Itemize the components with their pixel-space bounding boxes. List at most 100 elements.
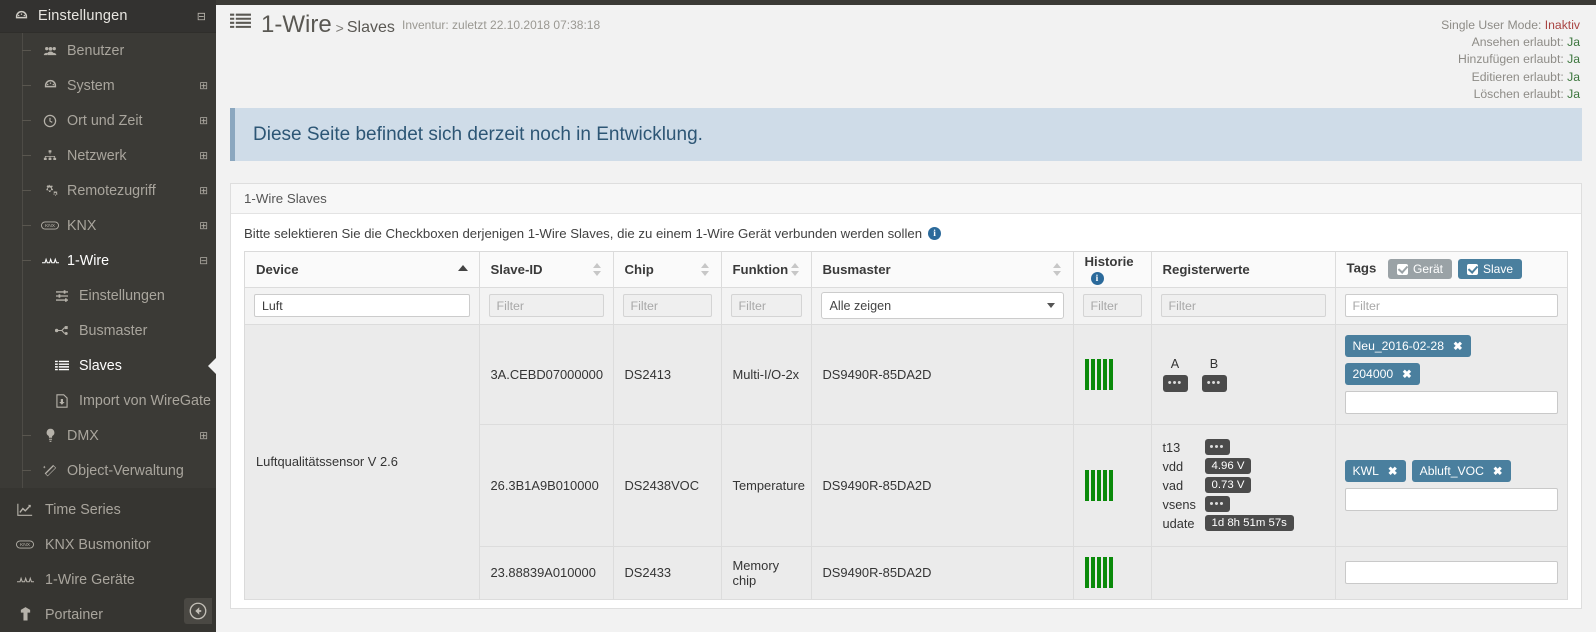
history-bars-icon (1084, 469, 1140, 501)
expand-plus-icon[interactable]: ⊞ (199, 185, 208, 197)
sort-toggle-icon[interactable] (700, 263, 710, 276)
sidebar-item-remotezugriff[interactable]: Remotezugriff ⊞ (0, 173, 216, 208)
tag-chip[interactable]: 204000 ✖ (1344, 362, 1420, 385)
cell-historie[interactable] (1073, 546, 1152, 600)
cell-historie[interactable] (1073, 424, 1152, 547)
register-value-button[interactable]: ••• (1204, 439, 1230, 455)
sidebar-item-ort-und-zeit[interactable]: Ort und Zeit ⊞ (0, 103, 216, 138)
sidebar-item-einstellungen[interactable]: Einstellungen (0, 278, 216, 313)
tag-add-input[interactable] (1344, 487, 1558, 511)
sidebar-item-netzwerk[interactable]: Netzwerk ⊞ (0, 138, 216, 173)
sidebar-item-1-wire[interactable]: 1-Wire ⊟ (0, 243, 216, 278)
sidebar-item-import-von-wiregate[interactable]: Import von WireGate (0, 383, 216, 418)
register-key: vad (1162, 477, 1184, 493)
register-value-button[interactable]: 0.73 V (1204, 477, 1252, 493)
permission-label: Editieren erlaubt: (1471, 69, 1564, 84)
register-value-button[interactable]: 4.96 V (1204, 458, 1252, 474)
filter-input-chip[interactable] (622, 294, 712, 317)
remove-tag-icon[interactable]: ✖ (1402, 367, 1412, 381)
register-value-button[interactable]: 1d 8h 51m 57s (1204, 515, 1294, 531)
column-label: Registerwerte (1162, 261, 1250, 277)
sidebar: Einstellungen ⊟ Benutzer System ⊞ Ort un… (0, 0, 216, 632)
remove-tag-icon[interactable]: ✖ (1493, 464, 1503, 478)
expand-plus-icon[interactable]: ⊞ (199, 430, 208, 442)
column-header-busmaster[interactable]: Busmaster (811, 252, 1074, 288)
expand-plus-icon[interactable]: ⊞ (199, 80, 208, 92)
collapse-minus-icon[interactable]: ⊟ (199, 255, 208, 267)
sort-toggle-icon[interactable] (1052, 263, 1062, 276)
sort-toggle-icon[interactable] (790, 263, 800, 276)
column-header-funktion[interactable]: Funktion (721, 252, 812, 288)
filter-input-slave-id[interactable] (488, 294, 604, 317)
register-value-button[interactable]: ••• (1201, 374, 1227, 392)
device-name: Luftqualitätssensor V 2.6 (256, 454, 398, 469)
onewire-icon (14, 575, 36, 585)
sidebar-collapse-button[interactable] (184, 598, 212, 624)
sidebar-item-dmx[interactable]: DMX ⊞ (0, 418, 216, 453)
sidebar-item-label: DMX (67, 427, 99, 444)
sidebar-item-system[interactable]: System ⊞ (0, 68, 216, 103)
table-filter-row: Alle zeigen (245, 287, 1567, 325)
permission-label: Löschen erlaubt: (1473, 86, 1564, 101)
permission-value: Ja (1567, 35, 1580, 50)
tag-add-input[interactable] (1344, 561, 1558, 584)
permission-row: Löschen erlaubt: Ja (1441, 86, 1580, 103)
permission-row: Hinzufügen erlaubt: Ja (1441, 51, 1580, 68)
column-label: Slave-ID (490, 261, 543, 277)
sort-asc-icon[interactable] (457, 265, 468, 271)
filter-input-tags[interactable] (1344, 294, 1558, 317)
info-icon[interactable]: i (1090, 272, 1104, 285)
cell-slave-id: 23.88839A010000 (479, 546, 614, 600)
cell-historie[interactable] (1073, 324, 1152, 425)
filter-input-register[interactable] (1160, 294, 1326, 317)
register-value-button[interactable]: ••• (1204, 496, 1230, 512)
column-header-tags: Tags Gerät Slave (1335, 252, 1567, 288)
sidebar-item-time-series[interactable]: Time Series (0, 492, 216, 527)
filter-cell-register (1151, 287, 1336, 325)
sidebar-item-knx-busmonitor[interactable]: KNX KNX Busmonitor (0, 527, 216, 562)
column-label: Funktion (732, 261, 789, 277)
sidebar-header[interactable]: Einstellungen ⊟ (0, 0, 216, 33)
column-header-device[interactable]: Device (245, 252, 480, 288)
expand-plus-icon[interactable]: ⊞ (199, 115, 208, 127)
expand-plus-icon[interactable]: ⊞ (199, 150, 208, 162)
sidebar-item-1-wire-geraete[interactable]: 1-Wire Geräte (0, 562, 216, 597)
remove-tag-icon[interactable]: ✖ (1388, 464, 1398, 478)
cell-busmaster: DS9490R-85DA2D (811, 424, 1074, 547)
column-header-chip[interactable]: Chip (613, 252, 722, 288)
sidebar-item-benutzer[interactable]: Benutzer (0, 33, 216, 68)
tag-chip[interactable]: KWL ✖ (1344, 459, 1406, 482)
expand-plus-icon[interactable]: ⊞ (199, 220, 208, 232)
tag-chip[interactable]: Neu_2016-02-28 ✖ (1344, 334, 1471, 357)
register-key: vdd (1162, 458, 1184, 474)
sort-toggle-icon[interactable] (592, 263, 602, 276)
panel-instruction-text: Bitte selektieren Sie die Checkboxen der… (244, 226, 923, 241)
remove-tag-icon[interactable]: ✖ (1453, 339, 1463, 353)
column-label: Device (256, 261, 299, 277)
tag-add-input[interactable] (1344, 390, 1558, 414)
column-header-slave-id[interactable]: Slave-ID (479, 252, 614, 288)
table-header-row: Device Slave-ID Chip Funktion Busmaster … (245, 252, 1567, 288)
tag-label: KWL (1352, 463, 1379, 478)
collapse-minus-icon[interactable]: ⊟ (197, 10, 206, 23)
filter-select-busmaster[interactable]: Alle zeigen (820, 292, 1064, 319)
cell-funktion: Temperature (721, 424, 812, 547)
sidebar-item-knx[interactable]: KNX KNX ⊞ (0, 208, 216, 243)
tag-chip[interactable]: Abluft_VOC ✖ (1411, 459, 1511, 482)
sidebar-item-busmaster[interactable]: Busmaster (0, 313, 216, 348)
tag-filter-geraet[interactable]: Gerät (1387, 259, 1452, 280)
sidebar-group-settings: Benutzer System ⊞ Ort und Zeit ⊞ Netzwer… (0, 33, 216, 488)
filter-input-device[interactable] (254, 294, 470, 317)
sidebar-item-object-verwaltung[interactable]: Object-Verwaltung (0, 453, 216, 488)
bulb-icon (40, 428, 60, 443)
filter-input-funktion[interactable] (730, 294, 802, 317)
info-icon[interactable]: i (928, 227, 942, 240)
permission-value: Ja (1567, 69, 1580, 84)
cell-tags: KWL ✖ Abluft_VOC ✖ (1335, 424, 1567, 547)
register-value-button[interactable]: ••• (1162, 374, 1188, 392)
permission-row: Editieren erlaubt: Ja (1441, 69, 1580, 86)
tag-label: Neu_2016-02-28 (1352, 338, 1444, 353)
sidebar-item-slaves[interactable]: Slaves (0, 348, 216, 383)
tag-filter-slave[interactable]: Slave (1458, 259, 1523, 280)
filter-input-historie[interactable] (1082, 294, 1142, 317)
